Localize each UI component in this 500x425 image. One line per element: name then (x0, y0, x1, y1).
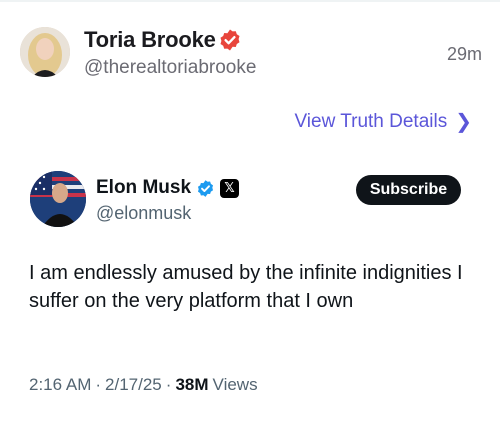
meta-separator: · (95, 375, 102, 394)
chevron-right-icon: ❯ (455, 111, 472, 133)
tweet-meta: 2:16 AM · 2/17/25 · 38M Views (29, 375, 258, 395)
author-handle[interactable]: @therealtoriabrooke (84, 57, 256, 79)
top-divider (0, 0, 500, 2)
tweet-author-handle[interactable]: @elonmusk (96, 203, 191, 224)
views-label: Views (212, 375, 258, 394)
tweet-text: I am endlessly amused by the infinite in… (29, 262, 463, 312)
verified-badge-icon (220, 29, 240, 51)
author-name[interactable]: Toria Brooke (84, 27, 216, 53)
post-timestamp: 29m (446, 44, 482, 64)
tweet-author-name[interactable]: Elon Musk (96, 177, 191, 199)
view-details-label: View Truth Details (294, 110, 448, 132)
subscribe-button[interactable]: Subscribe (356, 175, 461, 205)
meta-separator: · (165, 375, 172, 394)
views-count[interactable]: 38M (175, 375, 208, 395)
tweet-date[interactable]: 2/17/25 (105, 375, 162, 395)
verified-badge-icon (197, 179, 214, 197)
tweet-author-avatar[interactable] (30, 171, 86, 227)
tweet-name-row: Elon Musk 𝕏 (96, 177, 240, 199)
author-avatar[interactable] (20, 27, 70, 77)
x-logo-icon: 𝕏 (220, 178, 240, 198)
tweet-time[interactable]: 2:16 AM (29, 375, 91, 395)
view-details-link[interactable]: View Truth Details ❯ (294, 109, 472, 134)
